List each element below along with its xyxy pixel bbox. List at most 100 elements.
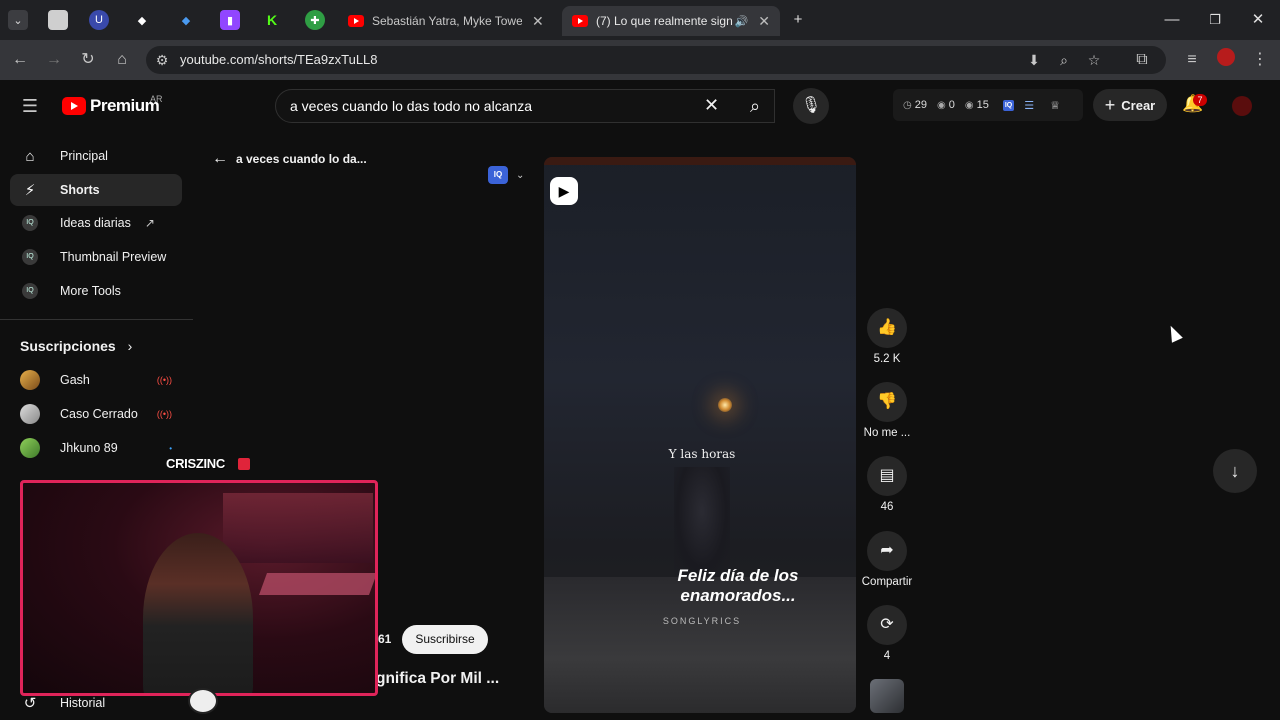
voice-search-button[interactable]: 🎙 — [793, 88, 829, 124]
ext-trophy-icon[interactable]: ♕ — [1050, 99, 1060, 112]
extension-toolbar: ◷ 29 ◉ 0 ◉ 15 IQ ☰ ♕ — [893, 89, 1083, 121]
live-indicator-icon: ((•)) — [156, 409, 172, 419]
tab-title: Sebastián Yatra, Myke Towers - — [372, 14, 522, 28]
next-short-button[interactable]: ↓ — [1213, 449, 1257, 493]
ext-list-icon[interactable]: ☰ — [1024, 99, 1034, 112]
sidebar-item-ideas-diarias[interactable]: IQ Ideas diarias ↗ — [10, 207, 182, 239]
browser-menu-icon[interactable]: ⋮ — [1248, 48, 1272, 72]
comments-button[interactable]: ▤ — [867, 456, 907, 496]
extensions-puzzle-icon[interactable]: ⧉ — [1130, 48, 1154, 72]
pinned-tab-extension-icon[interactable]: U — [89, 10, 109, 30]
search-icon: ⌕ — [749, 96, 761, 116]
short-title[interactable]: gnifica Por Mil ... — [376, 670, 499, 688]
subscription-gash[interactable]: Gash ((•)) — [20, 368, 172, 392]
webcam-overlay — [20, 480, 378, 696]
home-icon[interactable]: ⌂ — [110, 48, 134, 72]
install-app-icon[interactable]: ⬇ — [1024, 50, 1044, 70]
pinned-tab-docs-icon[interactable] — [48, 10, 68, 30]
subscription-jhkuno-89[interactable]: Jhkuno 89 • — [20, 436, 172, 460]
bookmark-star-icon[interactable]: ☆ — [1084, 50, 1104, 70]
dislike-label: No me ... — [863, 427, 911, 439]
ext-stat-views-b[interactable]: ◉ 15 — [965, 99, 989, 111]
tab-sebastian-yatra[interactable]: Sebastián Yatra, Myke Towers - ✕ — [338, 6, 558, 36]
songlyrics-watermark: SONGLYRICS — [662, 616, 742, 626]
back-query-label: a veces cuando lo da... — [236, 152, 367, 166]
webcam-shelf — [223, 493, 373, 563]
clock-icon: ◷ — [903, 99, 912, 111]
account-avatar[interactable] — [1232, 96, 1252, 116]
history-icon: ↺ — [23, 695, 37, 712]
pinned-tab-twitch-icon[interactable]: ▮ — [220, 10, 240, 30]
live-indicator-icon: ((•)) — [156, 375, 172, 385]
logo-text: Premium — [90, 96, 160, 115]
sidebar-item-shorts[interactable]: ⚡ Shorts — [10, 174, 182, 206]
chevron-down-icon: ⌄ — [516, 169, 525, 181]
tab-close-icon[interactable]: ✕ — [532, 13, 544, 30]
thumbs-up-icon: 👍 — [877, 319, 897, 336]
share-button[interactable]: ➦ — [867, 531, 907, 571]
site-info-icon[interactable]: ⚙ — [152, 50, 172, 70]
tab-close-icon[interactable]: ✕ — [758, 13, 770, 30]
pinned-tab-diamond-icon[interactable]: ◆ — [132, 10, 152, 30]
like-button[interactable]: 👍 — [867, 308, 907, 348]
profile-avatar-icon[interactable] — [1214, 48, 1238, 72]
reels-logo-icon: ▶ — [550, 177, 578, 205]
shorts-back-row[interactable]: ← a veces cuando lo da... — [212, 150, 367, 168]
sidebar-item-thumbnail-preview[interactable]: IQ Thumbnail Preview — [10, 241, 182, 273]
tab-search-dropdown-icon[interactable]: ⌄ — [8, 10, 28, 30]
ext-iq-badge[interactable]: IQ — [1002, 99, 1015, 111]
sidebar-item-principal[interactable]: ⌂ Principal — [10, 140, 182, 172]
media-controls-icon[interactable]: ≡ — [1180, 48, 1204, 72]
remix-icon: ⟳ — [880, 616, 894, 633]
share-arrow-icon: ➦ — [880, 542, 894, 559]
forward-icon[interactable]: → — [42, 48, 66, 72]
minimize-icon[interactable]: — — [1158, 8, 1186, 32]
sound-thumbnail[interactable] — [870, 679, 904, 713]
streamer-logo-icon — [188, 688, 218, 714]
pinned-tab-kick-icon[interactable]: K — [262, 10, 282, 30]
new-tab-icon[interactable]: + — [784, 8, 812, 32]
subscription-caso-cerrado[interactable]: Caso Cerrado ((•)) — [20, 402, 172, 426]
clear-search-icon[interactable]: ✕ — [704, 95, 719, 116]
create-button[interactable]: + Crear — [1093, 89, 1167, 121]
zoom-icon[interactable]: ⌕ — [1054, 50, 1074, 70]
back-icon[interactable]: ← — [8, 48, 32, 72]
address-bar[interactable]: ⚙ youtube.com/shorts/TEa9zxTuLL8 ⬇ ⌕ ☆ — [146, 46, 1166, 74]
chevron-right-icon: › — [127, 338, 133, 354]
search-query[interactable]: a veces cuando lo das todo no alcanza — [290, 98, 532, 114]
dislike-button[interactable]: 👎 — [867, 382, 907, 422]
iq-extension-dropdown[interactable]: IQ ⌄ — [488, 166, 524, 184]
remix-count: 4 — [883, 650, 891, 662]
pinned-tab-game-icon[interactable]: ✚ — [305, 10, 325, 30]
streamer-badge-icon — [238, 458, 250, 470]
search-input[interactable]: a veces cuando lo das todo no alcanza ✕ — [275, 89, 775, 123]
short-video-player[interactable] — [544, 157, 856, 713]
close-window-icon[interactable]: ✕ — [1244, 8, 1272, 32]
thumbs-down-icon: 👎 — [877, 393, 897, 410]
ext-stat-views-a[interactable]: ◉ 0 — [937, 99, 955, 111]
notifications-count-badge: 7 — [1193, 94, 1207, 106]
youtube-favicon-icon — [572, 15, 588, 27]
youtube-premium-logo[interactable]: Premium — [62, 96, 160, 116]
subscribe-button[interactable]: Suscribirse — [402, 625, 488, 654]
reload-icon[interactable]: ↻ — [76, 48, 100, 72]
tab-audio-icon[interactable]: 🔊 — [735, 15, 749, 28]
video-progress-strip — [544, 157, 856, 165]
hamburger-menu-icon[interactable]: ☰ — [18, 94, 42, 118]
pinned-tab-gem-icon[interactable]: ◆ — [176, 10, 196, 30]
ext-stat-watch-time[interactable]: ◷ 29 — [903, 99, 927, 111]
url-text[interactable]: youtube.com/shorts/TEa9zxTuLL8 — [180, 52, 378, 67]
search-button[interactable]: ⌕ — [735, 89, 775, 123]
tab-active-short[interactable]: (7) Lo que realmente signifi 🔊 ✕ — [562, 6, 780, 36]
mic-icon: 🎙 — [800, 97, 822, 114]
back-arrow-icon[interactable]: ← — [212, 150, 228, 168]
restore-icon[interactable]: ❐ — [1201, 8, 1229, 32]
sidebar-item-historial[interactable]: ↺ Historial — [20, 694, 105, 712]
sidebar-divider — [0, 319, 193, 320]
remix-button[interactable]: ⟳ — [867, 605, 907, 645]
couple-silhouette — [674, 467, 730, 577]
sidebar-item-more-tools[interactable]: IQ More Tools — [10, 275, 182, 307]
subscriptions-heading[interactable]: Suscripciones › — [20, 338, 132, 354]
streamer-name: CRISZINC — [166, 456, 225, 471]
youtube-play-logo-icon — [62, 97, 86, 115]
